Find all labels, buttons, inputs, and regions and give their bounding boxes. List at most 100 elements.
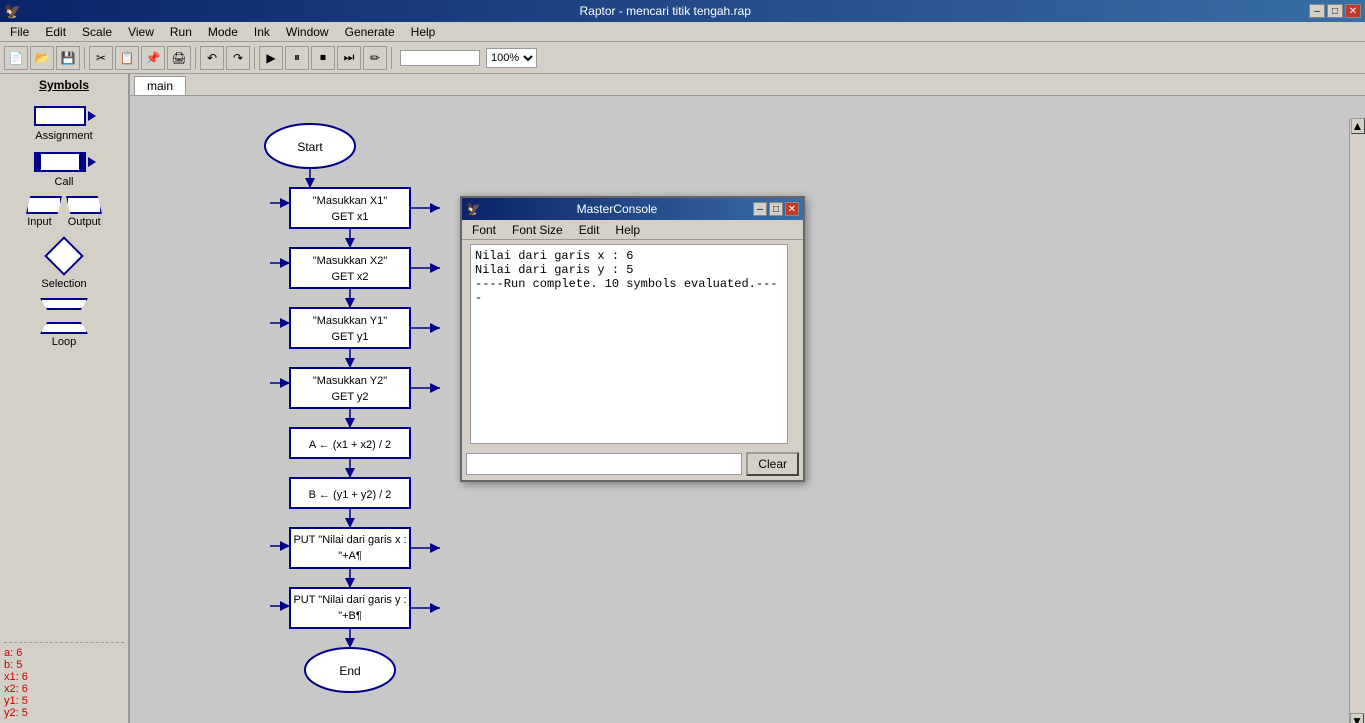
input-label: Input: [27, 216, 51, 228]
minimize-button[interactable]: –: [1309, 4, 1325, 18]
maximize-button[interactable]: □: [1327, 4, 1343, 18]
pause-button[interactable]: ⏸: [285, 46, 309, 70]
menu-generate[interactable]: Generate: [337, 23, 403, 41]
dialog-clear-button[interactable]: Clear: [746, 452, 799, 476]
separator-2: [195, 47, 196, 69]
svg-text:GET x2: GET x2: [331, 271, 368, 283]
menu-mode[interactable]: Mode: [200, 23, 246, 41]
symbol-call[interactable]: Call: [34, 150, 94, 188]
svg-text:B ← (y1 + y2) / 2: B ← (y1 + y2) / 2: [309, 489, 392, 501]
dialog-output-text: Nilai dari garis x : 6 Nilai dari garis …: [470, 244, 795, 444]
menu-help[interactable]: Help: [403, 23, 444, 41]
scrollbar-down-button[interactable]: ▼: [1350, 713, 1364, 723]
dialog-input-field[interactable]: [466, 453, 742, 475]
title-bar-left: 🦅: [4, 3, 21, 20]
menu-scale[interactable]: Scale: [74, 23, 120, 41]
dialog-scrollbar[interactable]: [787, 244, 799, 444]
tab-bar: main: [130, 74, 1365, 96]
canvas[interactable]: Start "Masukkan X1" GET x1: [130, 96, 1365, 723]
toolbar: 📄 📂 💾 ✂ 📋 📌 🖨 ↶ ↷ ▶ ⏸ ⏹ ⏭ ✏ 100% 75% 50%…: [0, 42, 1365, 74]
menu-ink[interactable]: Ink: [246, 23, 278, 41]
var-b: b: 5: [4, 659, 124, 671]
pen-button[interactable]: ✏: [363, 46, 387, 70]
dialog-close-button[interactable]: ✕: [785, 202, 799, 216]
master-console-dialog[interactable]: 🦅 MasterConsole – □ ✕ Font Font Size Edi…: [460, 196, 805, 482]
step-button[interactable]: ⏭: [337, 46, 361, 70]
menu-window[interactable]: Window: [278, 23, 337, 41]
dialog-menu-help[interactable]: Help: [607, 221, 648, 239]
svg-text:"Masukkan X1": "Masukkan X1": [313, 195, 388, 207]
save-button[interactable]: 💾: [56, 46, 80, 70]
dialog-titlebar: 🦅 MasterConsole – □ ✕: [462, 198, 803, 220]
output-line-1: Nilai dari garis x : 6: [475, 249, 778, 263]
menu-run[interactable]: Run: [162, 23, 200, 41]
output-line-2: Nilai dari garis y : 5: [475, 263, 778, 277]
separator-1: [84, 47, 85, 69]
zoom-select[interactable]: 100% 75% 50% 150%: [486, 48, 537, 68]
print-button[interactable]: 🖨: [167, 46, 191, 70]
menu-edit[interactable]: Edit: [37, 23, 74, 41]
svg-text:GET x1: GET x1: [331, 211, 368, 223]
undo-button[interactable]: ↶: [200, 46, 224, 70]
stop-button[interactable]: ⏹: [311, 46, 335, 70]
separator-3: [254, 47, 255, 69]
menu-view[interactable]: View: [120, 23, 162, 41]
loop-label: Loop: [52, 336, 76, 348]
svg-text:GET y2: GET y2: [331, 391, 368, 403]
dialog-output-area: Nilai dari garis x : 6 Nilai dari garis …: [466, 244, 799, 444]
symbols-panel: Symbols Assignment Call: [0, 74, 130, 723]
redo-button[interactable]: ↷: [226, 46, 250, 70]
dialog-menu-fontsize[interactable]: Font Size: [504, 221, 571, 239]
run-button[interactable]: ▶: [259, 46, 283, 70]
svg-text:Start: Start: [297, 140, 323, 154]
svg-text:"+A¶: "+A¶: [338, 550, 362, 562]
dialog-menubar: Font Font Size Edit Help: [462, 220, 803, 240]
call-label: Call: [55, 176, 74, 188]
paste-button[interactable]: 📌: [141, 46, 165, 70]
svg-text:PUT "Nilai dari garis y :: PUT "Nilai dari garis y :: [293, 594, 406, 606]
dialog-icon: 🦅: [466, 202, 481, 216]
output-line-3: ----Run complete. 10 symbols evaluated.-…: [475, 277, 778, 305]
svg-text:A ← (x1 + x2) / 2: A ← (x1 + x2) / 2: [309, 439, 391, 451]
app-icon: 🦅: [4, 3, 21, 20]
dialog-menu-edit[interactable]: Edit: [571, 221, 608, 239]
svg-text:End: End: [339, 664, 360, 678]
dialog-controls: – □ ✕: [753, 202, 799, 216]
close-button[interactable]: ✕: [1345, 4, 1361, 18]
zoom-control: 100% 75% 50% 150%: [486, 48, 537, 68]
copy-button[interactable]: 📋: [115, 46, 139, 70]
var-x2: x2: 6: [4, 683, 124, 695]
cut-button[interactable]: ✂: [89, 46, 113, 70]
dialog-title: MasterConsole: [481, 202, 753, 216]
symbol-selection[interactable]: Selection: [41, 236, 86, 290]
symbols-title: Symbols: [39, 78, 89, 92]
svg-text:"+B¶: "+B¶: [338, 610, 362, 622]
svg-text:"Masukkan X2": "Masukkan X2": [313, 255, 388, 267]
svg-text:GET y1: GET y1: [331, 331, 368, 343]
tab-main[interactable]: main: [134, 76, 186, 95]
scrollbar-up-button[interactable]: ▲: [1351, 118, 1365, 134]
symbol-assignment[interactable]: Assignment: [34, 104, 94, 142]
content-area: main Start "Masukkan X1" GET x1: [130, 74, 1365, 723]
new-button[interactable]: 📄: [4, 46, 28, 70]
menu-file[interactable]: File: [2, 23, 37, 41]
dialog-maximize-button[interactable]: □: [769, 202, 783, 216]
output-label: Output: [68, 216, 101, 228]
open-button[interactable]: 📂: [30, 46, 54, 70]
canvas-scrollbar-right[interactable]: ▲ ▼: [1349, 118, 1365, 723]
var-y2: y2: 5: [4, 707, 124, 719]
var-a: a: 6: [4, 647, 124, 659]
dialog-minimize-button[interactable]: –: [753, 202, 767, 216]
svg-text:PUT "Nilai dari garis x :: PUT "Nilai dari garis x :: [293, 534, 406, 546]
dialog-menu-font[interactable]: Font: [464, 221, 504, 239]
assignment-label: Assignment: [35, 130, 92, 142]
selection-label: Selection: [41, 278, 86, 290]
title-bar-controls: – □ ✕: [1309, 4, 1361, 18]
symbol-loop[interactable]: Loop: [40, 298, 88, 348]
symbol-io[interactable]: Input Output: [26, 196, 102, 228]
dialog-input-row: Clear: [462, 448, 803, 480]
svg-text:"Masukkan Y2": "Masukkan Y2": [313, 375, 387, 387]
progress-bar: [400, 50, 480, 66]
svg-text:"Masukkan Y1": "Masukkan Y1": [313, 315, 387, 327]
var-x1: x1: 6: [4, 671, 124, 683]
